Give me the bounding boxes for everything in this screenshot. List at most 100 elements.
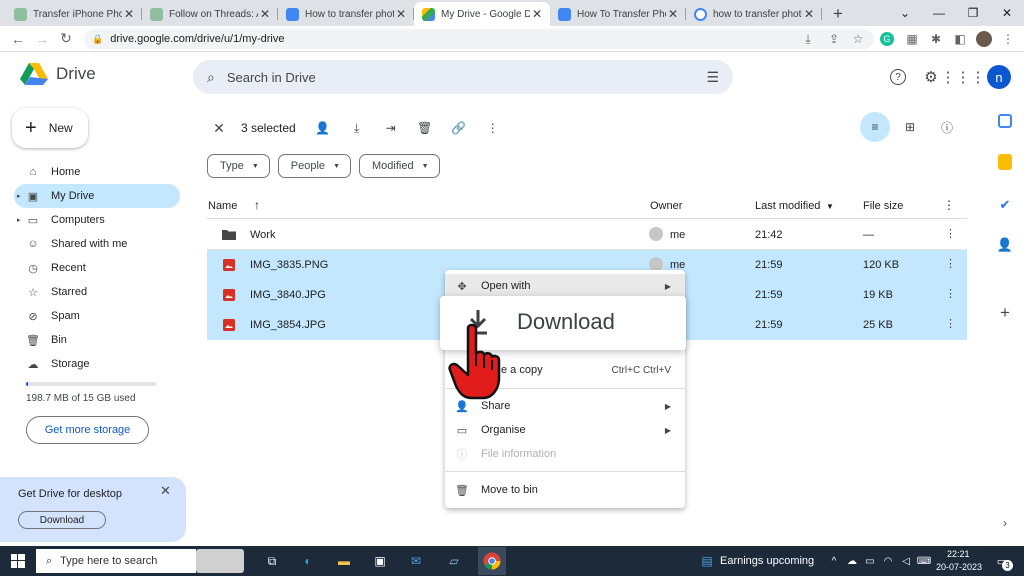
clock-date[interactable]: 20-07-2023 [936, 562, 982, 572]
grammarly-extension-icon[interactable]: G [880, 32, 894, 46]
browser-tab[interactable]: How To Transfer Photo✕ [550, 2, 686, 26]
window-close-button[interactable]: ✕ [990, 0, 1024, 26]
new-tab-button[interactable]: + [826, 2, 850, 26]
reload-icon[interactable]: ↻ [54, 30, 78, 47]
share-person-icon[interactable]: 👤 [306, 121, 340, 135]
search-bar[interactable]: ⌕ Search in Drive ☰ [193, 60, 733, 94]
browser-tab[interactable]: How to transfer photo ✕ [278, 2, 414, 26]
news-widget-icon[interactable]: ▤ [697, 551, 717, 571]
account-avatar[interactable]: n [987, 65, 1011, 89]
dropdown-icon[interactable]: ▼ [826, 202, 834, 211]
apps-grid-icon[interactable]: ⋮⋮⋮ [941, 67, 986, 87]
clock-time[interactable]: 22:21 [947, 549, 970, 559]
taskbar-search[interactable]: ⌕ Type here to search [36, 549, 196, 573]
download-icon[interactable]: ⤓ [340, 121, 374, 136]
filter-people[interactable]: People ▼ [277, 154, 351, 178]
search-input[interactable]: Search in Drive [227, 70, 316, 85]
clear-selection-icon[interactable]: ✕ [207, 120, 231, 137]
menu-item-open-with[interactable]: ✥ Open with ▶ [445, 274, 685, 298]
browser-tab-active[interactable]: My Drive - Google Dr ✕ [414, 2, 550, 26]
filter-type[interactable]: Type ▼ [207, 154, 270, 178]
browser-tab[interactable]: Follow on Threads: An✕ [142, 2, 278, 26]
url-field[interactable]: 🔒 drive.google.com/drive/u/1/my-drive [84, 29, 874, 49]
link-icon[interactable]: 🔗 [442, 121, 476, 135]
task-view-icon[interactable]: ⧉ [262, 551, 282, 571]
share-page-icon[interactable]: ⇪ [826, 31, 842, 47]
sidebar-item-starred[interactable]: ☆ Starred [14, 280, 180, 304]
sidebar-item-my-drive[interactable]: ▸ ▣ My Drive [14, 184, 180, 208]
keep-icon[interactable] [998, 154, 1012, 170]
tab-search-icon[interactable]: ⌄ [888, 0, 922, 26]
chrome-menu-icon[interactable]: ⋮ [1000, 31, 1016, 47]
help-icon[interactable]: ? [888, 67, 908, 87]
close-icon[interactable]: ✕ [122, 7, 136, 21]
app-icon[interactable]: ▱ [444, 551, 464, 571]
sidebar-item-bin[interactable]: 🗑 Bin [14, 328, 180, 352]
more-vert-icon[interactable]: ⋮ [945, 317, 956, 330]
extension-icon[interactable]: ▦ [904, 31, 920, 47]
get-more-storage-button[interactable]: Get more storage [26, 416, 149, 444]
install-icon[interactable]: ⤓ [800, 31, 816, 47]
onedrive-icon[interactable]: ☁ [842, 551, 862, 571]
settings-gear-icon[interactable]: ⚙ [921, 67, 941, 87]
chevron-up-icon[interactable]: ^ [824, 551, 844, 571]
search-highlight-icon[interactable] [196, 549, 244, 573]
close-icon[interactable]: ✕ [160, 483, 171, 499]
store-icon[interactable]: ▣ [370, 551, 390, 571]
forward-icon[interactable]: → [30, 31, 54, 47]
side-panel-icon[interactable]: ◧ [952, 31, 968, 47]
close-icon[interactable]: ✕ [802, 7, 816, 21]
close-icon[interactable]: ✕ [258, 7, 272, 21]
table-row[interactable]: Work me 21:42 — ⋮ [207, 220, 967, 250]
tasks-icon[interactable]: ✔ [996, 196, 1014, 214]
filter-modified[interactable]: Modified ▼ [359, 154, 440, 178]
column-name[interactable]: Name [208, 200, 237, 212]
close-icon[interactable]: ✕ [394, 7, 408, 21]
sidebar-item-spam[interactable]: ⊘ Spam [14, 304, 180, 328]
add-addon-icon[interactable]: + [996, 303, 1014, 322]
browser-tab[interactable]: how to transfer photo ✕ [686, 2, 822, 26]
speaker-icon[interactable]: ◁ [896, 551, 916, 571]
back-icon[interactable]: ← [6, 31, 30, 47]
grid-view-icon[interactable]: ⊞ [895, 112, 925, 142]
expand-caret-icon[interactable]: ▸ [17, 192, 21, 200]
language-icon[interactable]: ⌨ [914, 551, 934, 571]
search-options-icon[interactable]: ☰ [706, 69, 719, 86]
filter-view-icon[interactable]: ≡ [860, 112, 890, 142]
file-explorer-icon[interactable]: ▬ [334, 551, 354, 571]
calendar-icon[interactable] [998, 114, 1012, 128]
chrome-taskbar-icon[interactable] [478, 547, 506, 575]
info-icon[interactable]: ⓘ [932, 112, 962, 142]
sidebar-item-computers[interactable]: ▸ ▭ Computers [14, 208, 180, 232]
bookmark-star-icon[interactable]: ☆ [850, 31, 866, 47]
network-icon[interactable]: ▭ [860, 551, 880, 571]
restore-button[interactable]: ❐ [956, 0, 990, 26]
sidebar-item-storage[interactable]: ☁ Storage [14, 352, 180, 376]
promo-download-button[interactable]: Download [18, 511, 106, 529]
profile-avatar[interactable] [976, 31, 992, 47]
menu-item-move-to-bin[interactable]: 🗑 Move to bin [445, 478, 685, 502]
move-folder-icon[interactable]: ⇥ [374, 121, 408, 135]
extensions-puzzle-icon[interactable]: ✱ [928, 31, 944, 47]
column-last-modified[interactable]: Last modified [755, 200, 820, 212]
chevron-right-icon[interactable]: › [996, 514, 1014, 532]
close-icon[interactable]: ✕ [666, 7, 680, 21]
new-button[interactable]: + New [12, 108, 88, 148]
sidebar-item-home[interactable]: ⌂ Home [14, 160, 180, 184]
close-icon[interactable]: ✕ [530, 7, 544, 21]
sidebar-item-recent[interactable]: ◷ Recent [14, 256, 180, 280]
more-vert-icon[interactable]: ⋮ [943, 198, 955, 212]
minimize-button[interactable]: — [922, 0, 956, 26]
more-vert-icon[interactable]: ⋮ [476, 121, 510, 135]
expand-caret-icon[interactable]: ▸ [17, 216, 21, 224]
browser-tab[interactable]: Transfer iPhone Photo✕ [6, 2, 142, 26]
news-widget-text[interactable]: Earnings upcoming [720, 555, 814, 567]
more-vert-icon[interactable]: ⋮ [945, 227, 956, 240]
sidebar-item-shared[interactable]: ☺ Shared with me [14, 232, 180, 256]
contacts-icon[interactable]: 👤 [996, 236, 1014, 254]
more-vert-icon[interactable]: ⋮ [945, 257, 956, 270]
mail-icon[interactable]: ✉ [406, 551, 426, 571]
sort-arrow-icon[interactable]: ↑ [254, 198, 260, 212]
edge-browser-icon[interactable]: ◐ [298, 551, 318, 571]
windows-start-icon[interactable] [8, 551, 28, 571]
